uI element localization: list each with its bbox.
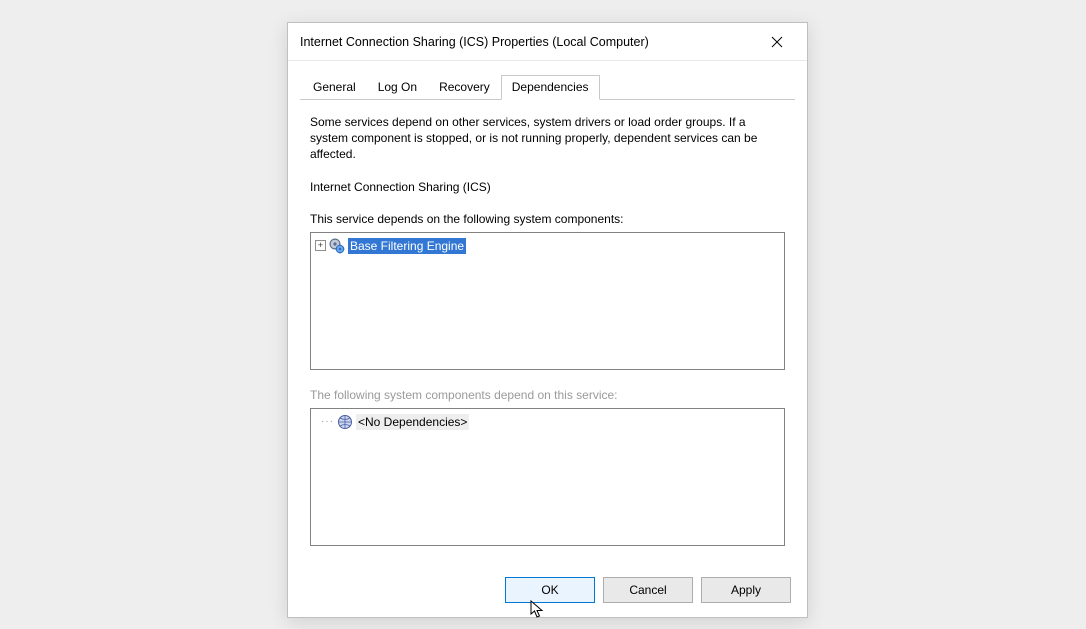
ok-button[interactable]: OK	[505, 577, 595, 603]
apply-button[interactable]: Apply	[701, 577, 791, 603]
depends-on-label: This service depends on the following sy…	[310, 212, 785, 226]
close-icon	[771, 36, 783, 48]
dependencies-description: Some services depend on other services, …	[310, 114, 780, 162]
dialog-button-row: OK Cancel Apply	[505, 577, 791, 603]
close-button[interactable]	[755, 27, 799, 57]
tab-general[interactable]: General	[302, 75, 367, 99]
tree-row[interactable]: ··· <No Dependencies>	[315, 413, 780, 430]
tab-strip: General Log On Recovery Dependencies	[288, 61, 807, 99]
service-globe-icon	[337, 414, 353, 430]
tree-item-label[interactable]: Base Filtering Engine	[348, 238, 466, 254]
dependents-tree[interactable]: ··· <No Dependencies>	[310, 408, 785, 546]
dependencies-panel: Some services depend on other services, …	[288, 100, 807, 546]
titlebar: Internet Connection Sharing (ICS) Proper…	[288, 23, 807, 61]
tab-dependencies[interactable]: Dependencies	[501, 75, 600, 100]
dependents-label: The following system components depend o…	[310, 388, 785, 402]
properties-dialog: Internet Connection Sharing (ICS) Proper…	[287, 22, 808, 618]
cancel-button[interactable]: Cancel	[603, 577, 693, 603]
tab-recovery[interactable]: Recovery	[428, 75, 501, 99]
gear-service-icon	[329, 238, 345, 254]
tab-logon[interactable]: Log On	[367, 75, 428, 99]
window-title: Internet Connection Sharing (ICS) Proper…	[300, 35, 755, 49]
tree-row[interactable]: +	[315, 237, 780, 254]
service-name: Internet Connection Sharing (ICS)	[310, 180, 785, 194]
tree-item-label[interactable]: <No Dependencies>	[356, 414, 469, 430]
expand-toggle-icon[interactable]: +	[315, 240, 326, 251]
depends-on-tree[interactable]: +	[310, 232, 785, 370]
tree-connector-icon: ···	[315, 416, 334, 427]
